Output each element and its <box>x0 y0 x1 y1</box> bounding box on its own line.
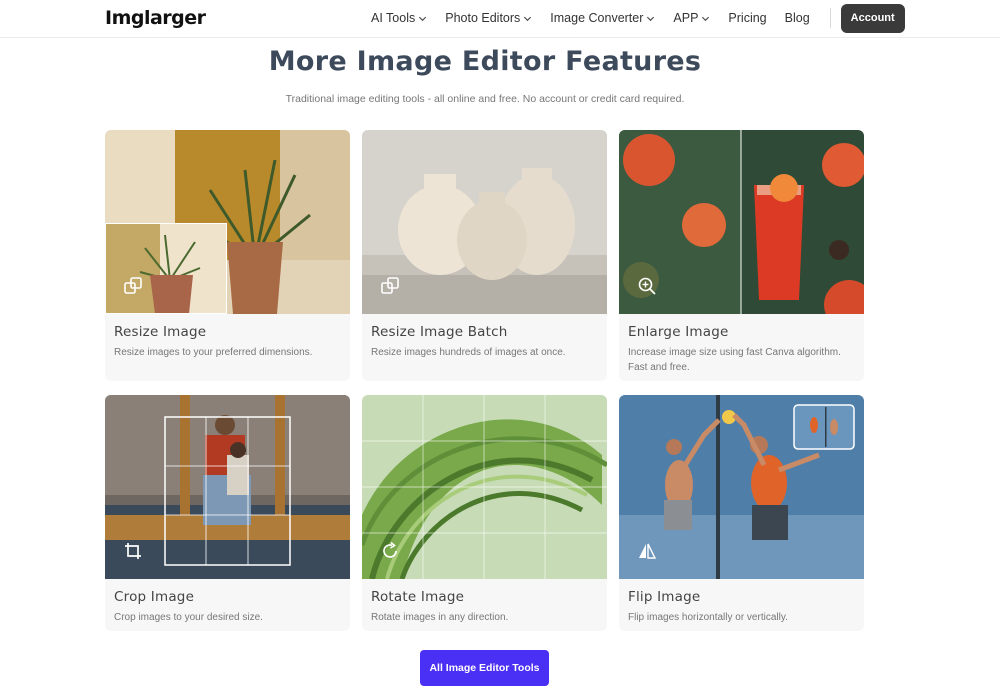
card-image <box>105 130 350 314</box>
card-resize-image-batch[interactable]: Resize Image Batch Resize images hundred… <box>362 130 607 381</box>
chevron-down-icon <box>647 16 655 21</box>
card-title: Crop Image <box>114 589 195 605</box>
logo[interactable]: Imglarger <box>105 7 206 29</box>
section-subtitle: Traditional image editing tools - all on… <box>285 93 685 105</box>
card-description: Resize images to your preferred dimensio… <box>114 347 313 358</box>
nav-photo-editors[interactable]: Photo Editors <box>445 11 532 25</box>
chevron-down-icon <box>702 16 710 21</box>
rotate-icon <box>383 541 397 558</box>
all-image-editor-tools-button[interactable]: All Image Editor Tools <box>420 650 549 686</box>
card-description: Rotate images in any direction. <box>371 612 509 623</box>
card-image <box>105 395 350 579</box>
card-enlarge-image[interactable]: Enlarge Image Increase image size using … <box>619 130 864 381</box>
flip-icon <box>639 543 657 559</box>
resize-batch-icon <box>381 277 399 294</box>
card-image <box>362 395 607 579</box>
nav-image-converter[interactable]: Image Converter <box>550 11 655 25</box>
card-image <box>362 130 607 314</box>
nav-divider <box>829 8 831 28</box>
card-description: Flip images horizontally or vertically. <box>628 612 788 623</box>
card-flip-image[interactable]: Flip Image Flip images horizontally or v… <box>619 395 864 631</box>
nav-app[interactable]: APP <box>673 11 710 25</box>
card-title: Enlarge Image <box>628 324 729 340</box>
nav-pricing[interactable]: Pricing <box>728 11 766 25</box>
card-description: Resize images hundreds of images at once… <box>371 347 566 358</box>
main-nav: AI Tools Photo Editors Image Converter A… <box>371 0 905 36</box>
account-button[interactable]: Account <box>840 3 905 33</box>
nav-label: Blog <box>784 11 810 25</box>
chevron-down-icon <box>524 16 532 21</box>
card-rotate-image[interactable]: Rotate Image Rotate images in any direct… <box>362 395 607 631</box>
nav-label: APP <box>673 11 699 25</box>
card-crop-image[interactable]: Crop Image Crop images to your desired s… <box>105 395 350 631</box>
card-title: Resize Image Batch <box>371 324 508 340</box>
resize-icon <box>124 277 142 294</box>
nav-label: Photo Editors <box>445 11 521 25</box>
card-image <box>619 395 864 579</box>
card-image <box>619 130 864 314</box>
crop-icon <box>125 543 141 559</box>
chevron-down-icon <box>419 16 427 21</box>
card-description: Crop images to your desired size. <box>114 612 263 623</box>
nav-ai-tools[interactable]: AI Tools <box>371 11 427 25</box>
card-title: Rotate Image <box>371 589 465 605</box>
nav-label: AI Tools <box>371 11 416 25</box>
card-resize-image[interactable]: Resize Image Resize images to your prefe… <box>105 130 350 381</box>
nav-label: Pricing <box>728 11 767 25</box>
site-header: Imglarger AI Tools Photo Editors Image C… <box>0 0 1000 38</box>
nav-label: Image Converter <box>550 11 644 25</box>
card-title: Flip Image <box>628 589 701 605</box>
zoom-in-icon <box>638 277 656 295</box>
nav-blog[interactable]: Blog <box>785 11 810 25</box>
card-description: Increase image size using fast Canva alg… <box>628 347 841 373</box>
section-title: More Image Editor Features <box>268 46 702 77</box>
card-title: Resize Image <box>114 324 207 340</box>
